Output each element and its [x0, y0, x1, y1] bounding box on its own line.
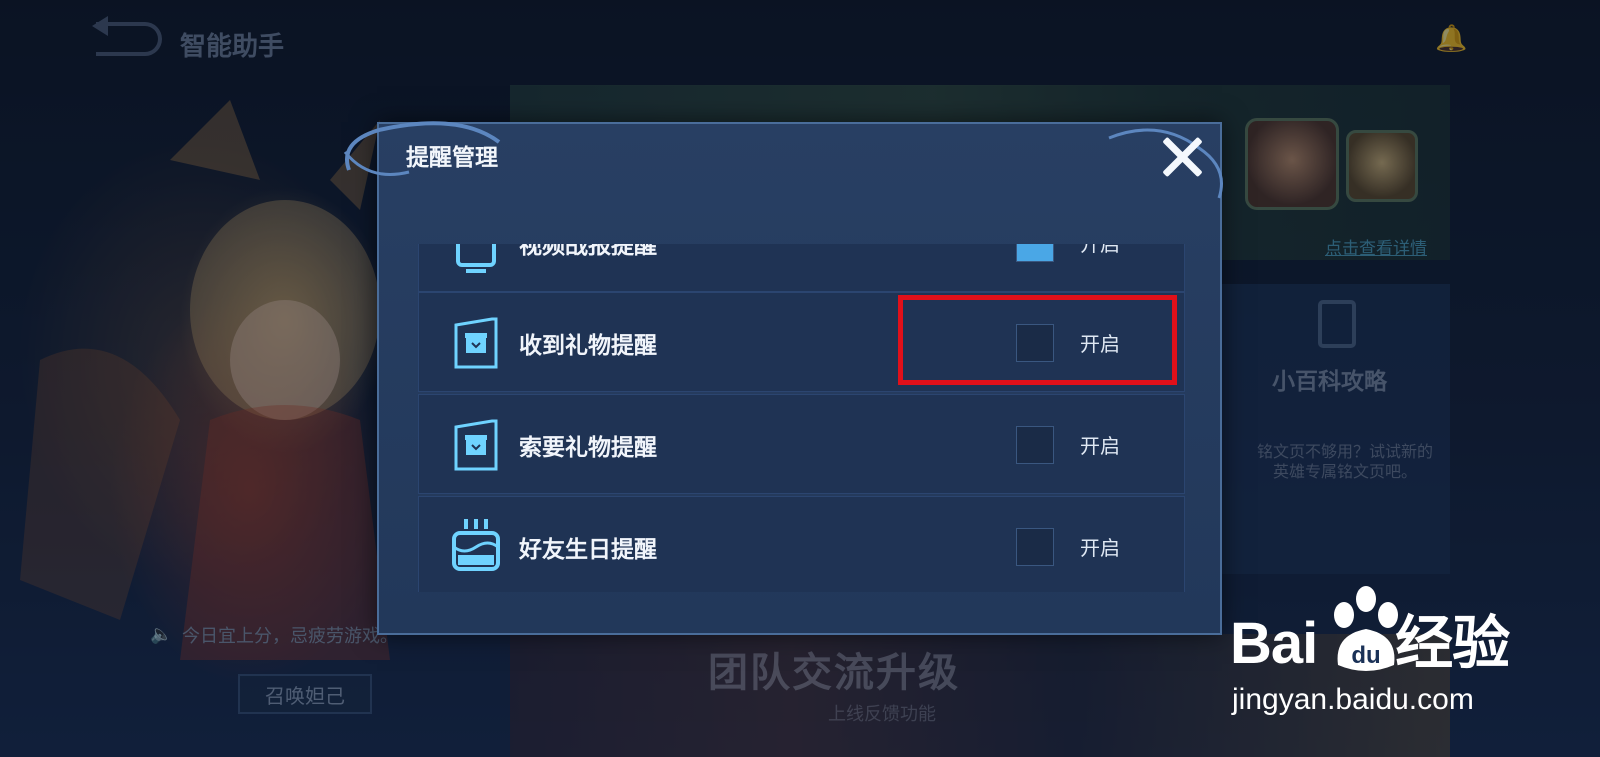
reminder-label: 好友生日提醒	[519, 537, 657, 563]
watermark-url: jingyan.baidu.com	[1232, 683, 1474, 716]
close-icon[interactable]	[1159, 134, 1205, 180]
reminder-state: 开启	[1080, 536, 1120, 560]
watermark-brand-right: 经验	[1395, 611, 1510, 676]
reminder-label: 索要礼物提醒	[519, 435, 657, 461]
birthday-cake-icon	[452, 519, 500, 571]
gift-card-icon	[454, 419, 498, 471]
reminder-checkbox[interactable]	[1016, 528, 1054, 566]
watermark-brand-left: Bai	[1230, 611, 1318, 676]
reminder-label: 视频战报提醒	[519, 244, 657, 259]
list-item: 收到礼物提醒 开启	[418, 292, 1185, 392]
reminder-label: 收到礼物提醒	[519, 333, 657, 359]
paw-logo-icon: du	[1334, 586, 1398, 671]
dialog-title: 提醒管理	[406, 145, 498, 171]
gift-card-icon	[454, 317, 498, 369]
reminder-dialog: 提醒管理 视频战报提醒 开启 收到礼物提醒 开启 索要礼物提醒 开启 好友生日提…	[343, 121, 1223, 635]
list-item: 索要礼物提醒 开启	[418, 394, 1185, 494]
video-icon	[456, 244, 496, 273]
list-item: 视频战报提醒 开启	[418, 244, 1185, 292]
reminder-state: 开启	[1080, 244, 1120, 256]
svg-text:du: du	[1351, 642, 1380, 669]
reminder-state: 开启	[1080, 332, 1120, 356]
reminder-checkbox[interactable]	[1016, 244, 1054, 262]
reminder-state: 开启	[1080, 434, 1120, 458]
reminder-list: 视频战报提醒 开启 收到礼物提醒 开启 索要礼物提醒 开启 好友生日提醒 开启	[418, 244, 1185, 592]
reminder-checkbox[interactable]	[1016, 426, 1054, 464]
list-item: 好友生日提醒 开启	[418, 496, 1185, 592]
reminder-checkbox[interactable]	[1016, 324, 1054, 362]
